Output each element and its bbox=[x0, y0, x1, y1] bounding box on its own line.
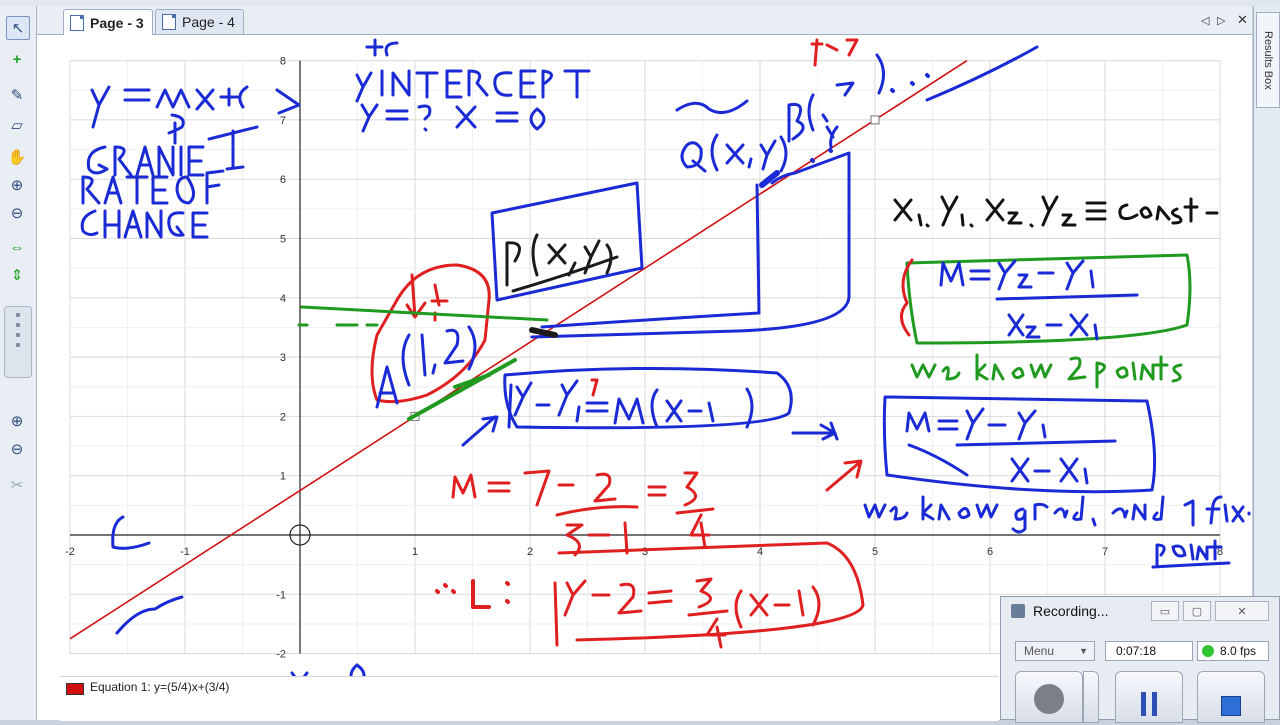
legend-label: Equation 1: y=(5/4)x+(3/4) bbox=[90, 680, 230, 694]
fps-indicator: 8.0 fps bbox=[1197, 641, 1269, 661]
page-icon bbox=[70, 14, 84, 31]
x-tick-label: 4 bbox=[757, 546, 763, 558]
pan-hand-icon[interactable]: ✋ bbox=[6, 146, 28, 168]
record-icon bbox=[1034, 684, 1064, 714]
recording-window: Recording... ▭ ▢ ✕ Menu ▼ 0:07:18 8.0 fp… bbox=[1000, 596, 1280, 723]
maximize-button[interactable]: ▢ bbox=[1183, 601, 1211, 621]
recorder-icon bbox=[1011, 604, 1025, 618]
x-tick-label: 6 bbox=[987, 546, 993, 558]
tick-labels: -2 -1 1 2 3 4 5 6 7 8-2-112345678 bbox=[65, 56, 1223, 661]
menu-dropdown[interactable]: Menu ▼ bbox=[1015, 641, 1095, 661]
page-tab-bar: Page - 3 Page - 4 ◁ ▷ ✕ bbox=[37, 6, 1252, 35]
pause-button[interactable] bbox=[1115, 671, 1183, 723]
toolbar-grip[interactable] bbox=[4, 306, 32, 378]
stop-button[interactable] bbox=[1197, 671, 1265, 723]
y-tick-label: -1 bbox=[276, 589, 286, 601]
left-toolbar: ↖ + ✎ ▱ ✋ ⊕ ⊖ ⇔ ⇕ ⊕ ⊖ ✂ bbox=[0, 6, 37, 720]
tab-page-3[interactable]: Page - 3 bbox=[63, 9, 153, 35]
status-dot-icon bbox=[1202, 645, 1214, 657]
zoom-window-icon[interactable]: ⊖ bbox=[6, 438, 28, 460]
next-page-icon[interactable]: ▷ bbox=[1217, 14, 1225, 27]
x-tick-label: 5 bbox=[872, 546, 878, 558]
y-tick-label: 6 bbox=[280, 174, 286, 186]
pause-icon bbox=[1141, 692, 1157, 716]
fit-width-icon[interactable]: ⇔ bbox=[6, 236, 28, 258]
recording-title: Recording... bbox=[1011, 603, 1108, 619]
x-tick-label: 3 bbox=[642, 546, 648, 558]
x-tick-label: -1 bbox=[180, 546, 190, 558]
grid bbox=[69, 60, 1221, 655]
prev-page-icon[interactable]: ◁ bbox=[1201, 14, 1209, 27]
fit-height-icon[interactable]: ⇕ bbox=[6, 264, 28, 286]
results-box-tab[interactable]: Results Box bbox=[1256, 12, 1280, 108]
y-tick-label: 1 bbox=[280, 471, 286, 483]
equation-legend: Equation 1: y=(5/4)x+(3/4) bbox=[60, 676, 998, 721]
minimize-button[interactable]: ▭ bbox=[1151, 601, 1179, 621]
y-tick-label: 4 bbox=[280, 293, 286, 305]
y-tick-label: 5 bbox=[280, 234, 286, 246]
stop-icon bbox=[1221, 696, 1241, 716]
elapsed-time: 0:07:18 bbox=[1105, 641, 1193, 661]
x-tick-label: 7 bbox=[1102, 546, 1108, 558]
y-tick-label: -2 bbox=[276, 649, 286, 661]
record-button[interactable] bbox=[1015, 671, 1083, 723]
select-tool-icon[interactable]: ↖ bbox=[6, 16, 30, 40]
y-tick-label: 3 bbox=[280, 352, 286, 364]
y-tick-label: 8 bbox=[280, 56, 286, 68]
legend-swatch[interactable] bbox=[66, 683, 84, 695]
pen-icon[interactable]: ✎ bbox=[6, 84, 28, 106]
zoom-region-icon[interactable]: ⊕ bbox=[6, 410, 28, 432]
y-tick-label: 7 bbox=[280, 115, 286, 127]
zoom-in-icon[interactable]: ⊕ bbox=[6, 174, 28, 196]
y-tick-label: 2 bbox=[280, 411, 286, 423]
add-point-icon[interactable]: + bbox=[6, 48, 28, 70]
chevron-down-icon: ▼ bbox=[1079, 646, 1088, 656]
close-button[interactable]: ✕ bbox=[1215, 601, 1269, 621]
point-marker bbox=[870, 115, 880, 125]
page-icon bbox=[162, 14, 176, 30]
x-tick-label: 2 bbox=[527, 546, 533, 558]
x-tick-label: -2 bbox=[65, 546, 75, 558]
properties-icon[interactable]: ✂ bbox=[6, 474, 28, 496]
tab-page-4[interactable]: Page - 4 bbox=[155, 9, 244, 34]
eraser-icon[interactable]: ▱ bbox=[6, 114, 28, 136]
x-tick-label: 1 bbox=[412, 546, 418, 558]
zoom-out-icon[interactable]: ⊖ bbox=[6, 202, 28, 224]
record-options-button[interactable] bbox=[1083, 671, 1099, 723]
close-page-icon[interactable]: ✕ bbox=[1237, 12, 1248, 28]
